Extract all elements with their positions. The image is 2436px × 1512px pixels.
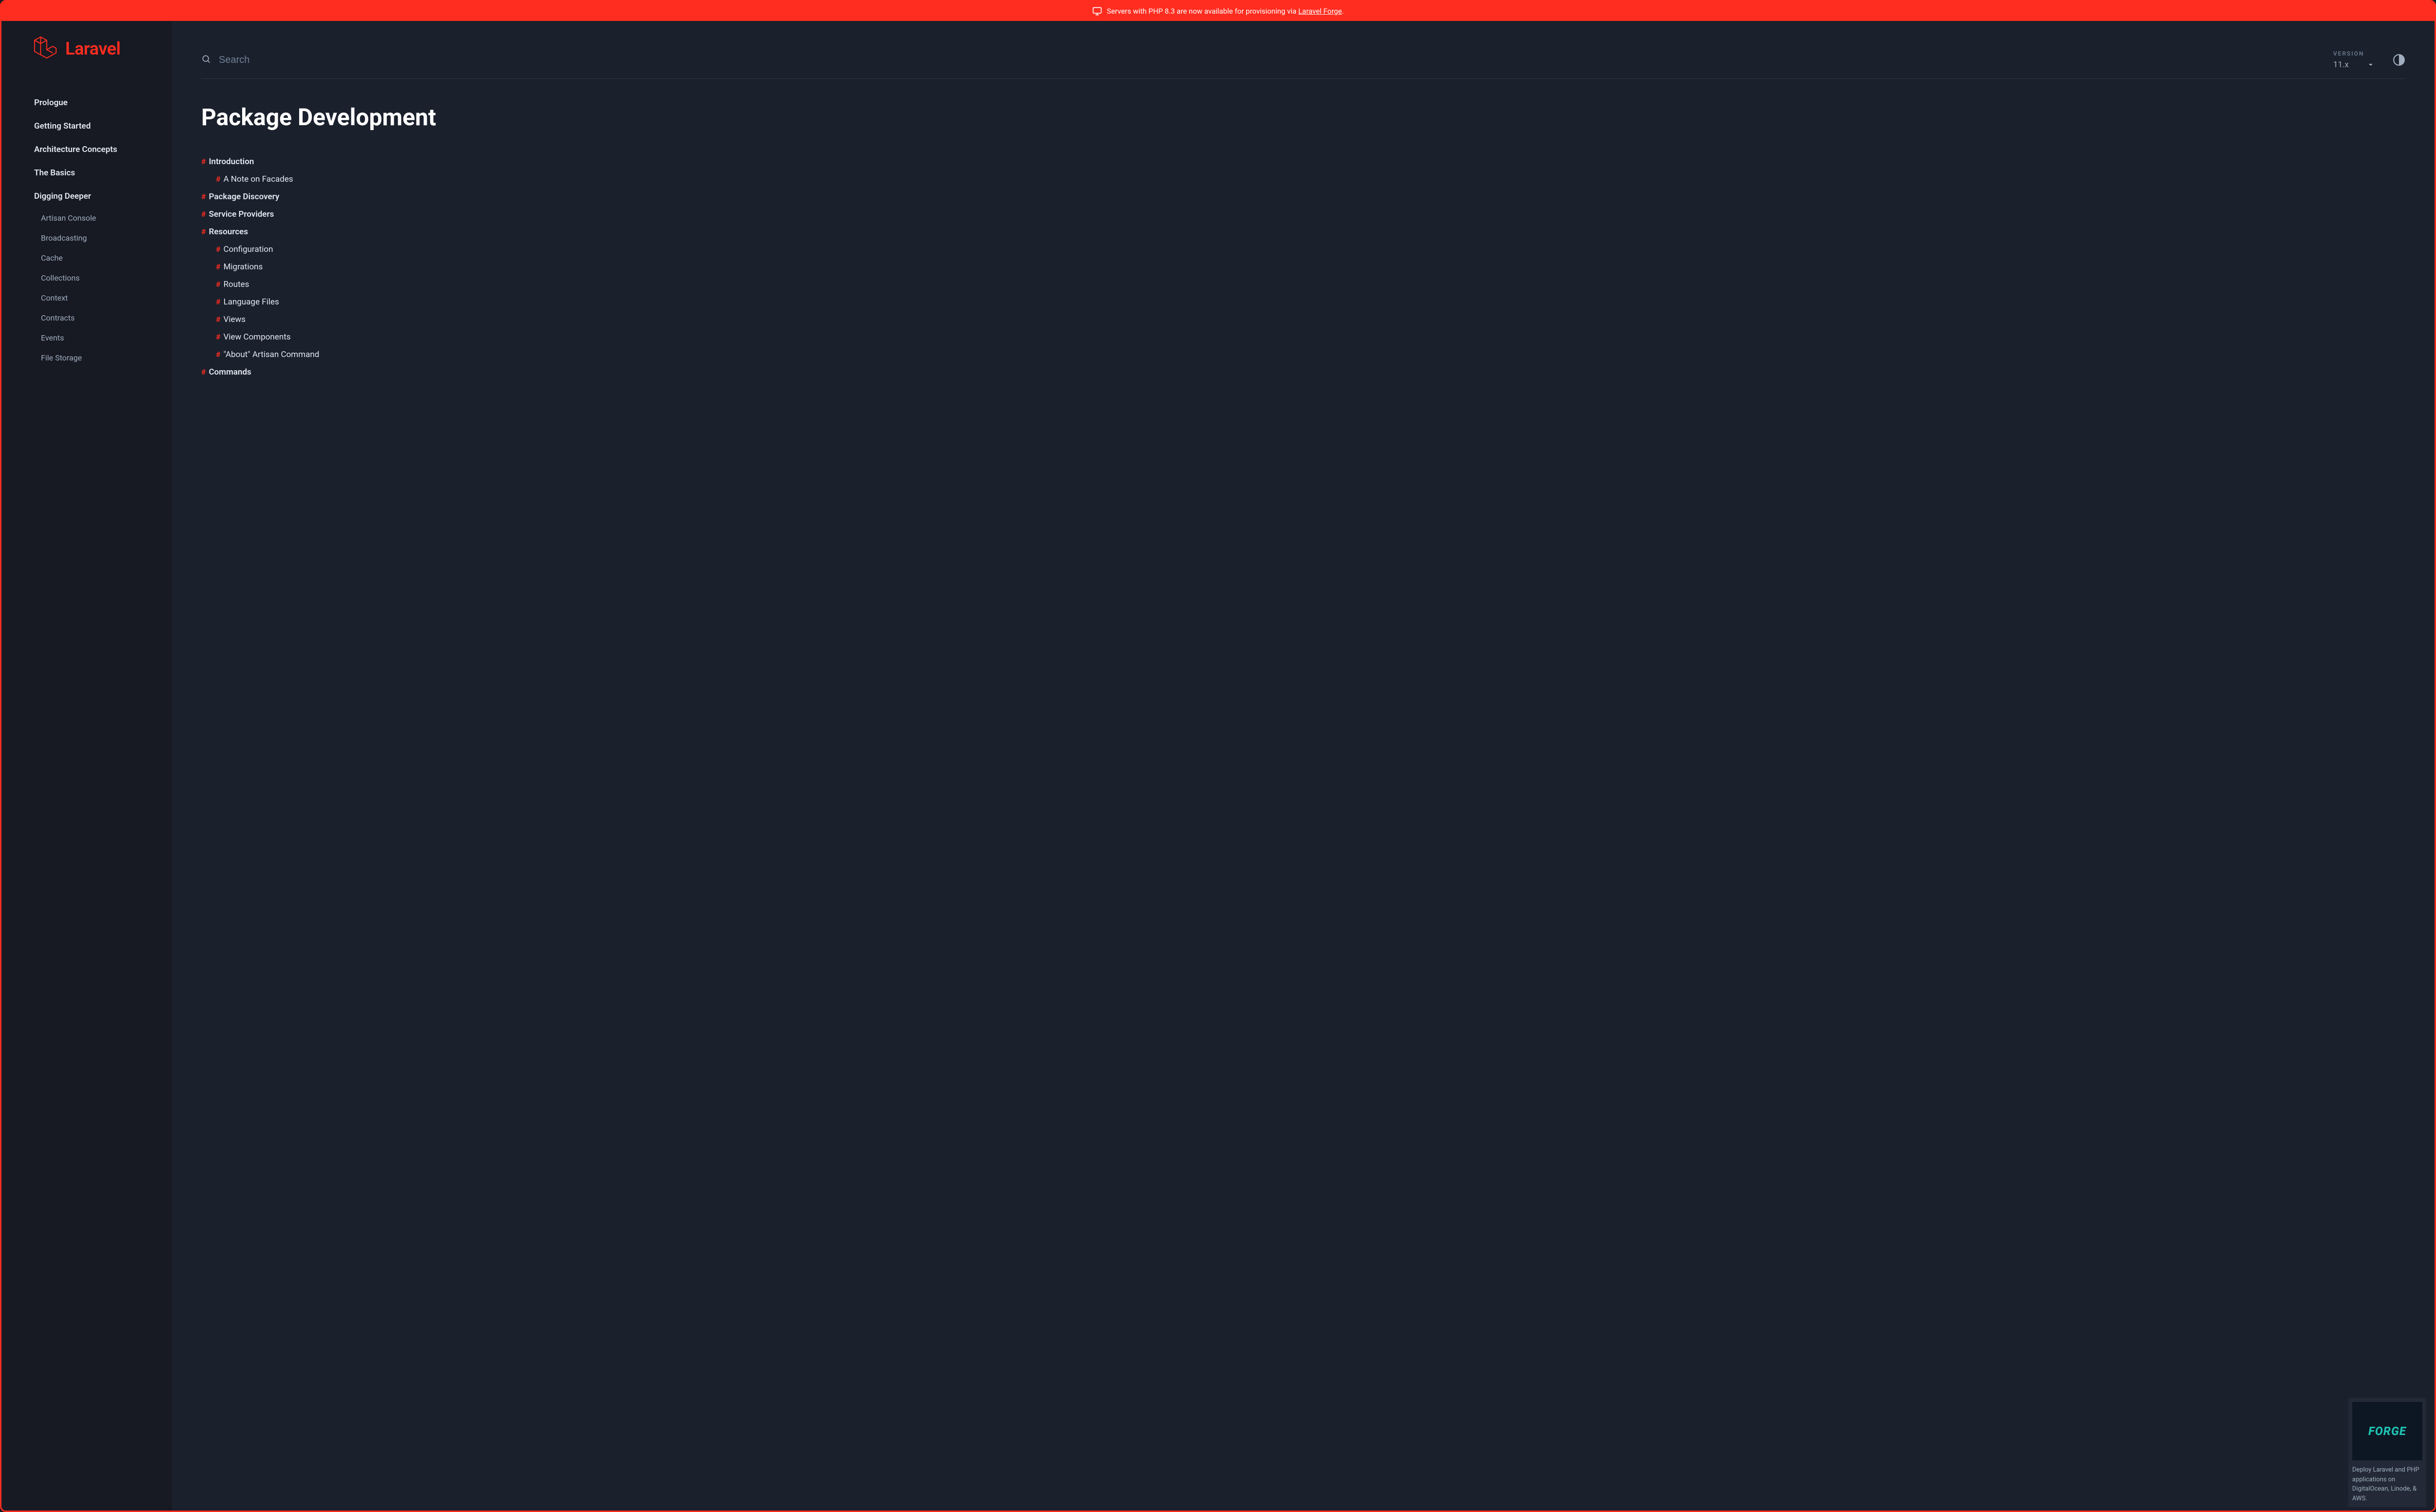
hash-icon: # <box>216 315 221 324</box>
hash-icon: # <box>201 367 206 377</box>
hash-icon: # <box>216 332 221 341</box>
announcement-banner: Servers with PHP 8.3 are now available f… <box>1 1 2435 21</box>
promo-badge: FORGE <box>2352 1402 2422 1460</box>
toc-label: "About" Artisan Command <box>224 350 320 359</box>
hash-icon: # <box>201 209 206 219</box>
toc-item[interactable]: #"About" Artisan Command <box>201 346 2405 363</box>
toc-item[interactable]: #Views <box>201 311 2405 328</box>
version-label: VERSION <box>2333 50 2373 57</box>
toc-label: A Note on Facades <box>224 174 293 184</box>
banner-text: Servers with PHP 8.3 are now available f… <box>1107 7 1298 16</box>
table-of-contents: #Introduction#A Note on Facades#Package … <box>201 153 2405 381</box>
sidebar: Laravel PrologueGetting StartedArchitect… <box>1 21 172 1511</box>
nav-section[interactable]: Digging Deeper <box>28 185 172 208</box>
toc-item[interactable]: #A Note on Facades <box>201 170 2405 188</box>
version-dropdown[interactable]: 11.x <box>2333 60 2373 70</box>
chevron-down-icon <box>2368 60 2373 70</box>
page-title: Package Development <box>201 103 2405 131</box>
toc-item[interactable]: #Service Providers <box>201 206 2405 223</box>
toc-label: Migrations <box>224 262 263 272</box>
toc-item[interactable]: #Language Files <box>201 293 2405 311</box>
nav-section[interactable]: Getting Started <box>28 114 172 138</box>
toc-label: Introduction <box>209 157 254 167</box>
toc-item[interactable]: #Configuration <box>201 241 2405 258</box>
brand-name: Laravel <box>65 38 120 59</box>
laravel-logo-icon <box>33 36 57 62</box>
hash-icon: # <box>216 174 221 184</box>
hash-icon: # <box>201 227 206 236</box>
toc-label: Views <box>224 315 246 324</box>
promo-description: Deploy Laravel and PHP applications on D… <box>2352 1465 2422 1503</box>
toc-item[interactable]: #View Components <box>201 328 2405 346</box>
main-content: VERSION 11.x Package Development #Introd… <box>172 21 2435 1511</box>
hash-icon: # <box>201 157 206 166</box>
nav-sub-item[interactable]: Events <box>28 328 172 348</box>
hash-icon: # <box>216 350 221 359</box>
hash-icon: # <box>216 297 221 306</box>
nav-sub-item[interactable]: Collections <box>28 268 172 288</box>
hash-icon: # <box>216 245 221 254</box>
theme-toggle-icon[interactable] <box>2393 54 2405 66</box>
toc-item[interactable]: #Migrations <box>201 258 2405 276</box>
nav-sub-item[interactable]: Contracts <box>28 308 172 328</box>
nav-sub-item[interactable]: Cache <box>28 248 172 268</box>
nav-section[interactable]: The Basics <box>28 161 172 185</box>
toc-label: View Components <box>224 332 291 342</box>
nav-sub-item[interactable]: Context <box>28 288 172 308</box>
nav-sub-item[interactable]: Artisan Console <box>28 208 172 228</box>
nav-sub-item[interactable]: File Storage <box>28 348 172 368</box>
banner-link[interactable]: Laravel Forge <box>1298 7 1342 16</box>
toc-item[interactable]: #Introduction <box>201 153 2405 170</box>
toc-item[interactable]: #Package Discovery <box>201 188 2405 206</box>
nav-section[interactable]: Prologue <box>28 91 172 114</box>
promo-card[interactable]: FORGE Deploy Laravel and PHP application… <box>2348 1398 2426 1507</box>
primary-nav: PrologueGetting StartedArchitecture Conc… <box>28 91 172 368</box>
nav-sub-item[interactable]: Broadcasting <box>28 228 172 248</box>
promo-name: FORGE <box>2368 1424 2406 1438</box>
toc-label: Commands <box>209 367 251 377</box>
hash-icon: # <box>216 280 221 289</box>
monitor-icon <box>1092 6 1102 16</box>
nav-section[interactable]: Architecture Concepts <box>28 138 172 161</box>
toc-label: Configuration <box>224 245 273 254</box>
toc-item[interactable]: #Resources <box>201 223 2405 241</box>
search-icon <box>201 54 211 66</box>
toc-label: Language Files <box>224 297 279 307</box>
toc-item[interactable]: #Routes <box>201 276 2405 293</box>
toc-label: Resources <box>209 227 248 237</box>
search-input[interactable] <box>219 55 2333 66</box>
topbar: VERSION 11.x <box>201 50 2405 79</box>
toc-label: Service Providers <box>209 209 274 219</box>
toc-item[interactable]: #Commands <box>201 363 2405 381</box>
logo[interactable]: Laravel <box>33 36 172 62</box>
toc-label: Routes <box>224 280 249 289</box>
toc-label: Package Discovery <box>209 192 280 202</box>
hash-icon: # <box>201 192 206 201</box>
hash-icon: # <box>216 262 221 271</box>
